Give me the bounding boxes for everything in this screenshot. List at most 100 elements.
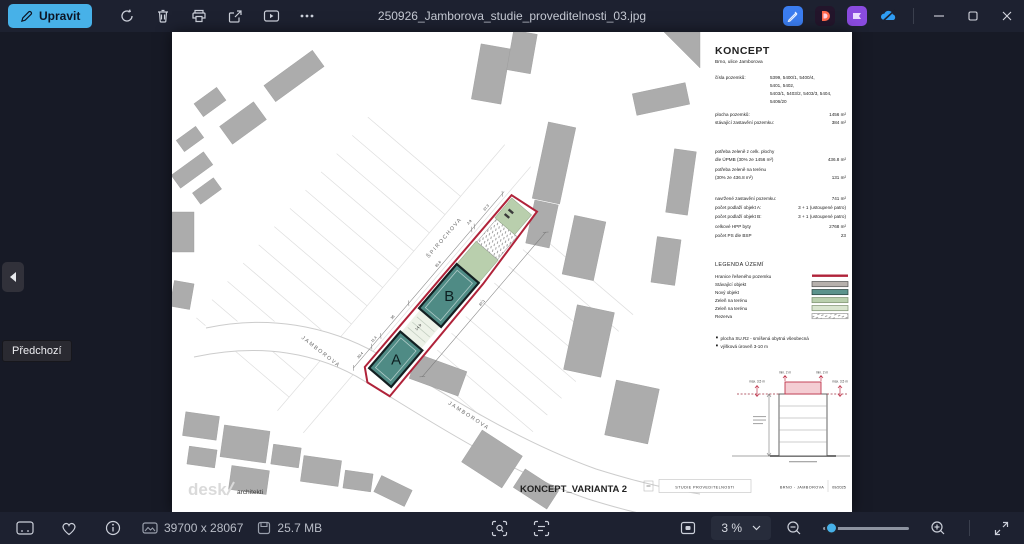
svg-text:81.6: 81.6 (434, 260, 442, 268)
svg-text:potřeba zeleně z celk. plochy: potřeba zeleně z celk. plochy (715, 149, 775, 154)
chevron-left-icon (8, 271, 18, 283)
svg-text:navržené zastavění pozemku:: navržené zastavění pozemku: (715, 196, 776, 201)
text-actions-icon[interactable] (526, 515, 556, 541)
legend-swatch-green1 (812, 298, 848, 303)
svg-text:dle ÚPMB (30% ze 1456 m²): dle ÚPMB (30% ze 1456 m²) (715, 156, 774, 162)
building-a-label: A (391, 352, 401, 369)
doc-type: STUDIE PROVEDITELNOSTI (675, 486, 734, 490)
koncept-title: KONCEPT (715, 45, 770, 57)
legend-swatch-new (812, 290, 848, 295)
minimize-icon[interactable] (922, 0, 956, 32)
legend-note-2: výšková úroveň 3-10 m (721, 344, 769, 349)
svg-text:Zeleň na terénu: Zeleň na terénu (715, 298, 748, 303)
svg-text:stávající zastavění pozemku:: stávající zastavění pozemku: (715, 120, 774, 125)
svg-text:5399, 5400/1, 5400/4,: 5399, 5400/1, 5400/4, (770, 75, 815, 80)
svg-text:celkové HPP byty: celkové HPP byty (715, 224, 752, 229)
existing-buildings (172, 32, 700, 509)
svg-text:plocha pozemků:: plocha pozemků: (715, 111, 750, 117)
svg-text:počet podlaží objekt B:: počet podlaží objekt B: (715, 214, 761, 219)
photos-editor-icon[interactable] (777, 3, 809, 29)
svg-text:5406/20: 5406/20 (770, 99, 787, 104)
clipchamp-icon[interactable] (841, 3, 873, 29)
visual-search-icon[interactable] (484, 515, 514, 541)
window-title-filename: 250926_Jamborova_studie_proveditelnosti_… (378, 9, 646, 23)
legend-swatch-green2 (812, 306, 848, 311)
project-name: BRNO - JAMBOROVA (780, 486, 824, 490)
legend-note-1: plocha SU.R2 - smíšená obytná všeobecná (721, 336, 810, 341)
svg-text:87.1: 87.1 (478, 299, 486, 307)
photo-page: JAMBOROVA JAMBOROVA (172, 32, 852, 512)
svg-text:741 m²: 741 m² (832, 196, 847, 201)
koncept-block: KONCEPT Brno, ulice Jamborova čísla poze… (715, 45, 846, 238)
statusbar-divider (969, 520, 970, 536)
more-icon[interactable] (292, 3, 322, 29)
section-label-side-right: max. 3,5 m (832, 380, 848, 384)
zoom-slider[interactable] (823, 527, 909, 530)
logo-main: desk (188, 480, 227, 499)
setback-floor (785, 382, 821, 394)
previous-image-button[interactable] (2, 262, 24, 292)
onedrive-offline-icon[interactable] (873, 3, 905, 29)
koncept-subtitle: Brno, ulice Jamborova (715, 59, 763, 65)
svg-text:(30% ze 436.8 m²): (30% ze 436.8 m²) (715, 175, 753, 180)
section-label-side-left: max. 3,5 m (749, 380, 765, 384)
restore-icon[interactable] (956, 0, 990, 32)
svg-text:počet PS dle BSP: počet PS dle BSP (715, 233, 752, 238)
file-size: 25.7 MB (257, 521, 322, 535)
filmstrip-icon[interactable] (10, 515, 40, 541)
zoom-slider-thumb[interactable] (825, 522, 838, 535)
svg-text:37.3: 37.3 (483, 204, 491, 212)
svg-text:23: 23 (841, 233, 847, 238)
logo-sub: architekti (237, 489, 263, 496)
edit-button[interactable]: Upravit (8, 4, 92, 28)
zoom-level-dropdown[interactable]: 3 % (711, 516, 771, 540)
svg-text:Stávající objekt: Stávající objekt (715, 282, 747, 287)
section-label-top-left: min. 2 m (779, 371, 792, 375)
print-icon[interactable] (184, 3, 214, 29)
svg-text:Zeleň na terénu: Zeleň na terénu (715, 306, 748, 311)
legend-swatch-rezerva (812, 314, 848, 319)
legend-swatch-boundary (812, 275, 848, 277)
svg-text:5403/1, 5403/2, 5403/3, 5404,: 5403/1, 5403/2, 5403/3, 5404, (770, 91, 831, 96)
svg-text:čísla pozemků:: čísla pozemků: (715, 74, 746, 80)
favorite-icon[interactable] (54, 515, 84, 541)
building-b-label: B (444, 288, 454, 305)
svg-text:131 m²: 131 m² (832, 175, 847, 180)
fit-screen-icon[interactable] (673, 515, 703, 541)
svg-text:2.9: 2.9 (466, 219, 472, 225)
slideshow-icon[interactable] (256, 3, 286, 29)
site-plan-drawing: JAMBOROVA JAMBOROVA (172, 32, 852, 512)
edit-button-label: Upravit (39, 9, 80, 23)
svg-text:3 + 1 (ustoupené patro): 3 + 1 (ustoupené patro) (798, 205, 846, 210)
filesize-icon (257, 521, 271, 535)
image-dimensions: 39700 x 28067 (142, 521, 243, 535)
section-label-top-right: min. 2 m (816, 371, 829, 375)
designer-icon[interactable] (809, 3, 841, 29)
svg-text:1456 m²: 1456 m² (829, 112, 846, 117)
zoom-level-value: 3 % (721, 521, 742, 535)
info-icon[interactable] (98, 515, 128, 541)
legend-swatch-existing (812, 282, 848, 287)
svg-text:384 m²: 384 m² (832, 120, 847, 125)
svg-text:Hranice řešeného pozemku: Hranice řešeného pozemku (715, 274, 772, 279)
svg-text:počet podlaží objekt A:: počet podlaží objekt A: (715, 205, 761, 210)
delete-icon[interactable] (148, 3, 178, 29)
svg-text:11.4: 11.4 (370, 335, 377, 343)
titlebar-divider (913, 8, 914, 24)
chevron-down-icon (752, 525, 761, 531)
svg-text:436.8 m²: 436.8 m² (828, 157, 847, 162)
svg-text:3 + 1 (ustoupené patro): 3 + 1 (ustoupené patro) (798, 214, 846, 219)
share-icon[interactable] (220, 3, 250, 29)
svg-text:Nový objekt: Nový objekt (715, 290, 740, 295)
svg-text:5401, 5402,: 5401, 5402, (770, 83, 794, 88)
section-diagram: min. 2 m min. 2 m max. 3,5 m max. 3,5 m (732, 371, 850, 463)
street-label-spirochova: ŠPIROCHOVA (425, 216, 464, 260)
fullscreen-icon[interactable] (986, 515, 1016, 541)
rotate-icon[interactable] (112, 3, 142, 29)
svg-text:potřeba zeleně na terénu: potřeba zeleně na terénu (715, 167, 767, 172)
statusbar: 39700 x 28067 25.7 MB 3 % (0, 512, 1024, 544)
edit-pencil-icon (20, 10, 33, 23)
zoom-in-icon[interactable] (923, 515, 953, 541)
zoom-out-icon[interactable] (779, 515, 809, 541)
close-icon[interactable] (990, 0, 1024, 32)
